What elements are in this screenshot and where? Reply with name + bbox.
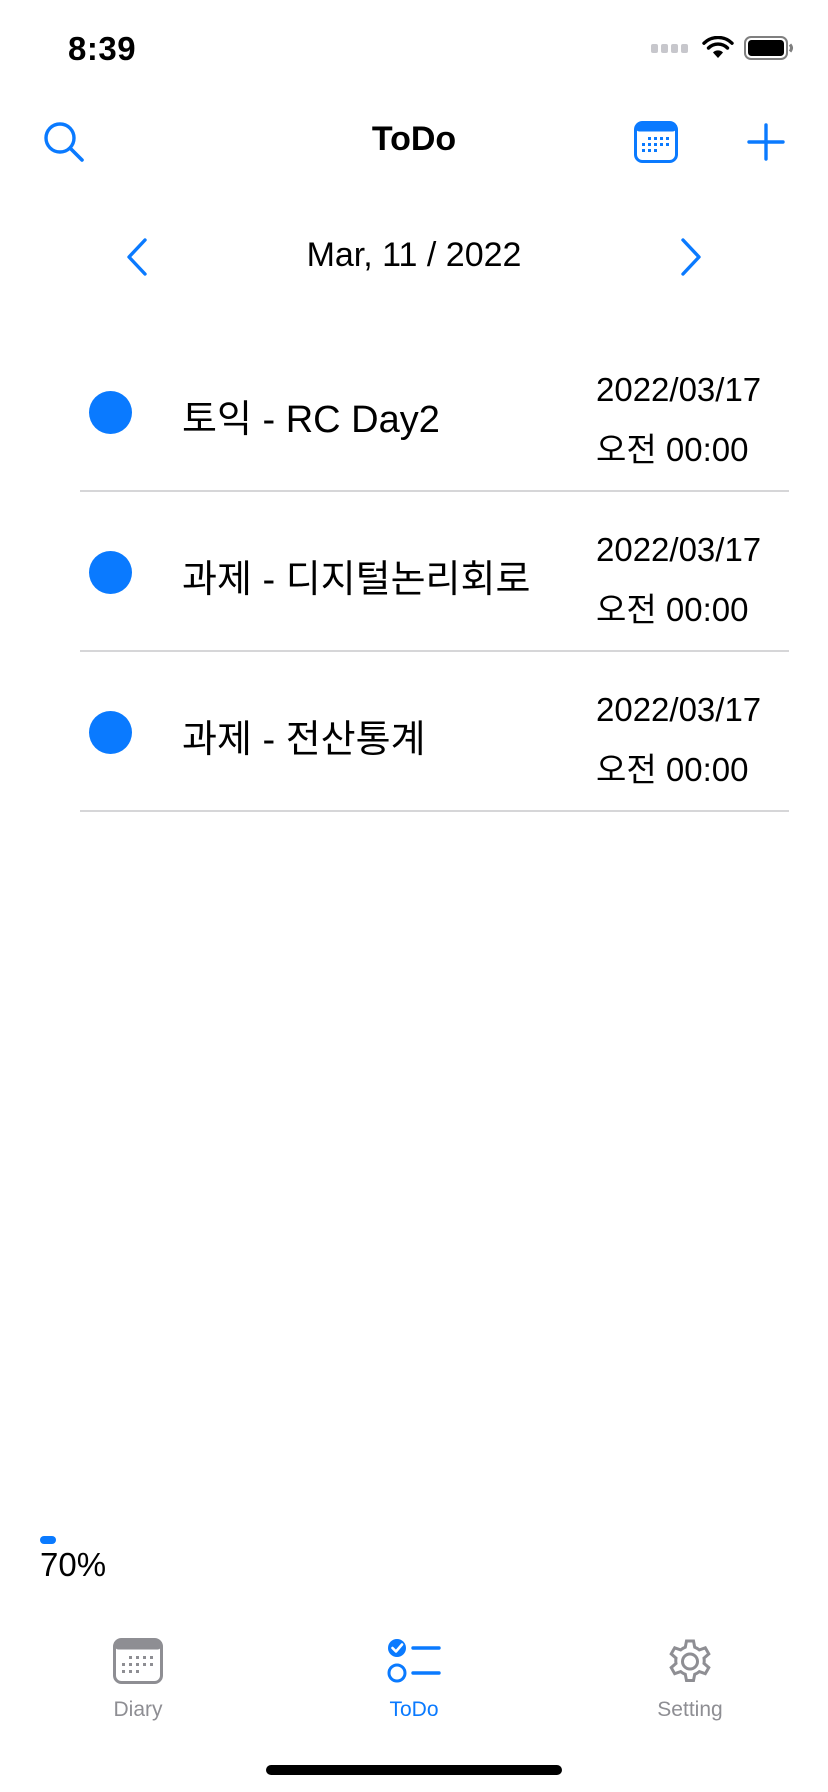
tab-diary[interactable]: Diary <box>38 1630 238 1740</box>
todo-due-date: 2022/03/17 <box>596 371 762 408</box>
todo-due-time: 오전 00:00 <box>596 431 749 468</box>
page-title: ToDo <box>371 120 457 158</box>
todo-screen: 8:39 ToDo Mar, 11 / 2022 토익 - RC Day2 20… <box>0 0 828 1792</box>
calendar-icon <box>634 121 678 163</box>
tab-label: ToDo <box>389 1698 439 1721</box>
date-navigator: Mar, 11 / 2022 <box>0 222 828 292</box>
checklist-icon <box>387 1639 441 1683</box>
calendar-icon <box>113 1638 163 1684</box>
status-icons <box>651 36 794 60</box>
cellular-signal-icon <box>651 43 688 53</box>
todo-title: 토익 - RC Day2 <box>182 399 440 441</box>
todo-status-indicator[interactable] <box>89 391 132 434</box>
todo-due-time: 오전 00:00 <box>596 751 749 788</box>
tab-bar: Diary ToDo Setting <box>0 1630 828 1740</box>
tab-label: Diary <box>113 1698 163 1721</box>
next-date-button[interactable] <box>666 232 716 282</box>
home-indicator[interactable] <box>266 1765 562 1775</box>
plus-icon <box>747 123 785 161</box>
progress-label: 70% <box>40 1546 107 1583</box>
status-bar: 8:39 <box>0 0 828 100</box>
progress-bar-fill <box>40 1536 56 1544</box>
todo-list: 토익 - RC Day2 2022/03/17 오전 00:00 과제 - 디지… <box>0 332 828 812</box>
todo-status-indicator[interactable] <box>89 551 132 594</box>
todo-due: 2022/03/17 오전 00:00 <box>596 360 761 480</box>
calendar-button[interactable] <box>630 116 682 168</box>
progress-bar <box>40 1536 788 1544</box>
todo-status-indicator[interactable] <box>89 711 132 754</box>
gear-icon <box>669 1639 711 1682</box>
todo-due-date: 2022/03/17 <box>596 531 762 568</box>
navigation-bar: ToDo <box>0 100 828 180</box>
tab-setting[interactable]: Setting <box>590 1630 790 1740</box>
battery-icon <box>744 36 793 60</box>
wifi-icon <box>702 36 734 58</box>
chevron-right-icon <box>681 238 701 276</box>
todo-due-date: 2022/03/17 <box>596 691 762 728</box>
add-todo-button[interactable] <box>740 116 792 168</box>
todo-row[interactable]: 과제 - 전산통계 2022/03/17 오전 00:00 <box>0 652 828 812</box>
todo-row[interactable]: 과제 - 디지털논리회로 2022/03/17 오전 00:00 <box>0 492 828 652</box>
tab-todo[interactable]: ToDo <box>314 1630 514 1740</box>
todo-due-time: 오전 00:00 <box>596 591 749 628</box>
todo-row[interactable]: 토익 - RC Day2 2022/03/17 오전 00:00 <box>0 332 828 492</box>
status-time: 8:39 <box>68 30 137 67</box>
todo-due: 2022/03/17 오전 00:00 <box>596 680 761 800</box>
todo-title: 과제 - 전산통계 <box>182 719 426 761</box>
row-divider <box>80 810 789 812</box>
todo-title: 과제 - 디지털논리회로 <box>182 559 531 601</box>
tab-label: Setting <box>657 1698 723 1721</box>
todo-due: 2022/03/17 오전 00:00 <box>596 520 761 640</box>
